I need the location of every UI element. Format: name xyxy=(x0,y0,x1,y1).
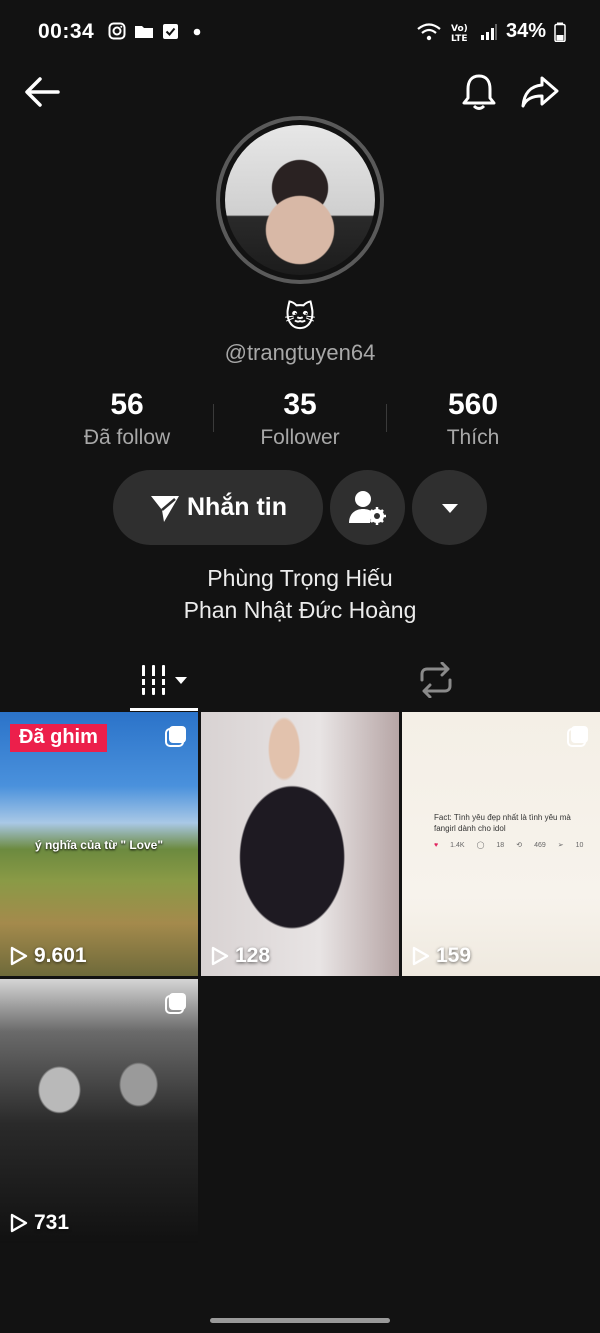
profile-stats: 56 Đã follow 35 Follower 560 Thích xyxy=(40,388,560,458)
follow-settings-button[interactable] xyxy=(330,470,405,545)
dot-icon xyxy=(193,28,201,36)
avatar-ring[interactable] xyxy=(216,116,384,284)
repost-icon xyxy=(420,662,452,698)
video-views: 159 xyxy=(412,944,471,968)
send-icon xyxy=(151,495,179,522)
notification-button[interactable] xyxy=(457,70,501,114)
multi-photo-icon xyxy=(165,726,186,747)
stat-value: 560 xyxy=(447,388,499,421)
battery-percent: 34% xyxy=(505,20,546,42)
play-icon xyxy=(412,946,430,966)
repost-small-icon: ⟲ xyxy=(516,842,523,849)
video-views: 9.601 xyxy=(10,944,87,968)
grid-bars-icon xyxy=(138,665,187,695)
profile-actions: Nhắn tin xyxy=(0,470,600,546)
content-tabs xyxy=(0,650,600,712)
view-count: 159 xyxy=(436,944,472,967)
repost-count: 469 xyxy=(534,842,546,849)
profile-handle: @trangtuyen64 xyxy=(224,340,376,365)
multi-photo-icon xyxy=(165,993,186,1014)
profile-emoji: 🐱 xyxy=(284,301,316,334)
video-thumbnail[interactable]: 128 xyxy=(201,712,399,976)
play-icon xyxy=(211,946,229,966)
folder-icon xyxy=(135,26,153,38)
stat-divider xyxy=(213,404,214,432)
video-image-person xyxy=(201,712,399,976)
svg-text:LTE: LTE xyxy=(451,34,468,42)
stat-likes[interactable]: 560 Thích xyxy=(388,388,558,450)
play-icon xyxy=(10,946,28,966)
share-icon xyxy=(521,76,559,108)
comment-icon: ◯ xyxy=(476,842,485,849)
message-button-label: Nhắn tin xyxy=(187,493,287,521)
status-bar: 00:34 Vo) LTE 34% xyxy=(0,0,600,66)
svg-text:Vo): Vo) xyxy=(451,24,468,34)
comment-count: 18 xyxy=(496,842,505,849)
checkbox-icon xyxy=(163,24,178,39)
video-views: 731 xyxy=(10,1211,69,1235)
video-thumbnail[interactable]: Đã ghim ý nghĩa của từ " Love" 9.601 xyxy=(0,712,198,976)
video-thumbnail[interactable]: Fact: Tình yêu đẹp nhất là tình yêu mà f… xyxy=(402,712,600,976)
more-options-button[interactable] xyxy=(412,470,487,545)
send-small-icon: ➢ xyxy=(557,842,564,849)
like-count: 1.4K xyxy=(450,842,465,849)
wifi-icon xyxy=(417,22,441,40)
fact-post: Fact: Tình yêu đẹp nhất là tình yêu mà f… xyxy=(434,812,584,851)
bio-line: Phùng Trọng Hiếu xyxy=(207,565,393,591)
stat-label: Thích xyxy=(446,426,500,449)
tab-videos[interactable] xyxy=(130,650,198,710)
profile-bio: Phùng Trọng Hiếu Phan Nhật Đức Hoàng xyxy=(0,562,600,626)
stat-divider xyxy=(386,404,387,432)
status-right: Vo) LTE 34% xyxy=(416,20,566,43)
instagram-icon xyxy=(108,22,126,40)
heart-icon: ♥ xyxy=(434,842,439,849)
video-views: 128 xyxy=(211,944,270,968)
share-button[interactable] xyxy=(518,70,562,114)
battery-icon xyxy=(554,22,566,42)
share-count: 10 xyxy=(575,842,584,849)
bio-line: Phan Nhật Đức Hoàng xyxy=(183,597,417,623)
signal-icon xyxy=(480,23,497,40)
fact-text: Fact: Tình yêu đẹp nhất là tình yêu mà f… xyxy=(434,813,571,833)
top-bar xyxy=(0,70,600,120)
user-settings-icon xyxy=(348,490,386,525)
video-thumbnail[interactable]: 731 xyxy=(0,979,198,1243)
stat-following[interactable]: 56 Đã follow xyxy=(42,388,212,450)
status-left-icons xyxy=(108,22,203,40)
view-count: 9.601 xyxy=(34,944,87,967)
avatar xyxy=(225,125,375,275)
message-button[interactable]: Nhắn tin xyxy=(113,470,323,545)
stat-value: 56 xyxy=(110,388,144,421)
tab-underline xyxy=(130,708,198,711)
stat-followers[interactable]: 35 Follower xyxy=(215,388,385,450)
status-time: 00:34 xyxy=(38,20,95,43)
volte-icon: Vo)LTE xyxy=(451,24,468,42)
stat-label: Follower xyxy=(260,426,340,449)
multi-photo-icon xyxy=(567,726,588,747)
video-image-group xyxy=(0,979,198,1243)
tab-reposts[interactable] xyxy=(400,650,472,710)
bell-icon xyxy=(462,74,496,110)
caret-down-icon xyxy=(441,503,458,513)
video-caption: ý nghĩa của từ " Love" xyxy=(34,838,164,852)
play-icon xyxy=(10,1213,28,1233)
pinned-badge: Đã ghim xyxy=(10,724,107,752)
stat-value: 35 xyxy=(283,388,317,421)
view-count: 128 xyxy=(235,944,271,967)
home-indicator[interactable] xyxy=(210,1318,390,1323)
view-count: 731 xyxy=(34,1211,70,1234)
fact-meta: ♥ 1.4K ◯ 18 ⟲ 469 ➢ 10 xyxy=(434,840,584,851)
stat-label: Đã follow xyxy=(83,426,171,449)
back-arrow-icon xyxy=(25,77,60,107)
back-button[interactable] xyxy=(20,70,64,114)
